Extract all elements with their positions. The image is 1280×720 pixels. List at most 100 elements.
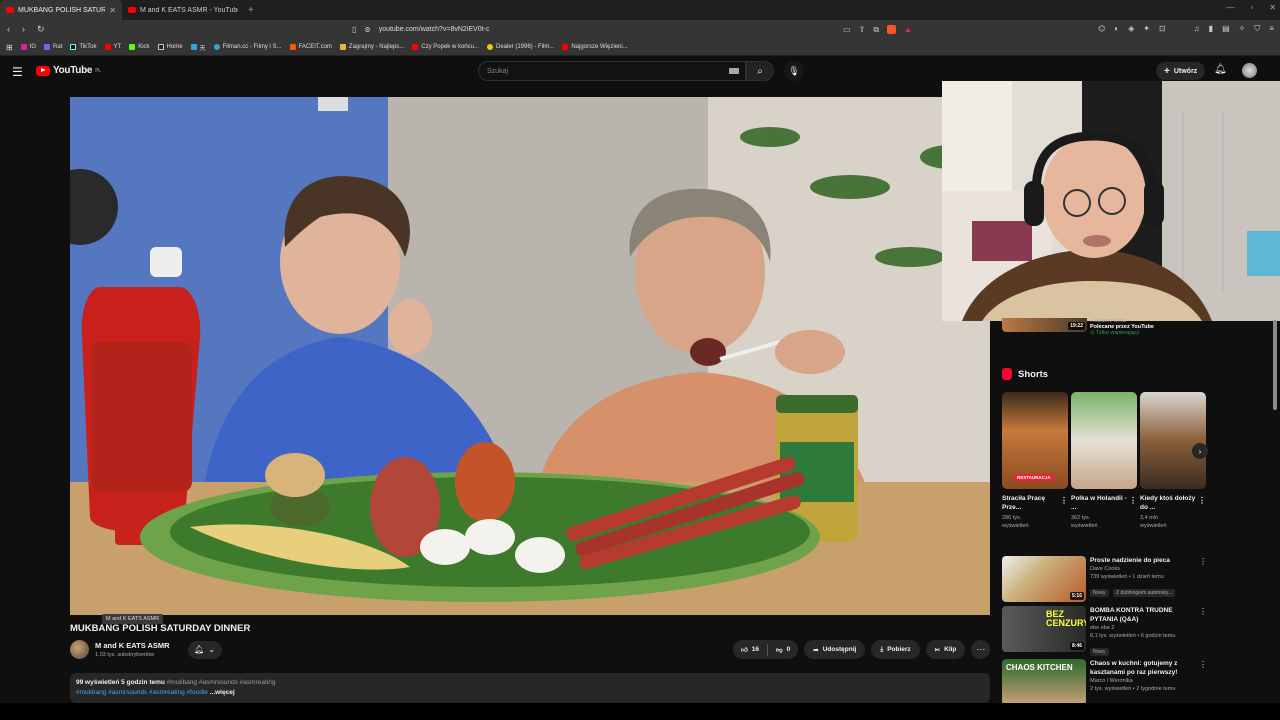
channel-row: M and K EATS ASMR 1,03 tys. subskrybentó… [70, 640, 222, 659]
sidebar-icon[interactable]: ▮ [1209, 24, 1213, 34]
minimize-icon[interactable]: — [1226, 3, 1234, 12]
dislike-button[interactable]: 👎︎ 0 [768, 646, 798, 654]
bookmark-rat[interactable]: Rat [44, 44, 62, 50]
bookmark-filman[interactable]: Filman.cc - Filmy i S... [213, 44, 282, 50]
video-player[interactable] [70, 97, 990, 615]
shield-icon[interactable]: ⛉ [1254, 24, 1260, 34]
faceit-icon [289, 44, 296, 50]
channel-name[interactable]: M and K EATS ASMR [95, 641, 170, 650]
short-thumbnail[interactable] [1071, 392, 1137, 489]
apps-grid-icon[interactable]: ⊞ [6, 43, 13, 52]
maximize-icon[interactable]: ▫ [1250, 3, 1253, 12]
like-button[interactable]: 👍︎ 16 [733, 646, 767, 654]
voice-search-button[interactable]: 🎙︎ [784, 61, 804, 81]
channel-avatar[interactable] [70, 640, 89, 659]
more-options-icon[interactable]: ⋮ [1199, 660, 1207, 669]
duration-badge: 19:22 [1068, 322, 1085, 330]
back-icon[interactable]: ‹ [7, 24, 10, 35]
bookmark-faceit[interactable]: FACEIT.com [289, 44, 332, 50]
new-badge: Nowy [1090, 589, 1109, 597]
next-shorts-button[interactable]: › [1192, 443, 1208, 459]
short-thumbnail[interactable]: RESTAURACJA [1002, 392, 1068, 489]
url-field[interactable]: ▯ ⚙ youtube.com/watch?v=8vN2iEV0t-c ▭ ⇪ … [352, 22, 912, 37]
show-more-link[interactable]: ...więcej [210, 689, 235, 696]
webcam-frame [942, 81, 1280, 321]
subscription-bell-button[interactable]: 🔔︎ ⌄ [187, 640, 222, 659]
tab-inactive[interactable]: M and K EATS ASMR - YouTube [122, 0, 244, 20]
bookmark-dealer[interactable]: Dealer (1996) - Film... [486, 44, 554, 50]
ai-icon[interactable]: ⊡ [1159, 24, 1166, 34]
puzzle-icon[interactable]: ✦ [1143, 24, 1150, 34]
channel-info: M and K EATS ASMR 1,03 tys. subskrybentó… [95, 641, 170, 658]
more-options-icon[interactable]: ⋮ [1060, 496, 1068, 505]
more-options-icon[interactable]: ⋮ [1199, 557, 1207, 566]
bookmark-tiktok[interactable]: TikTok [70, 44, 97, 50]
recommendation-item[interactable]: BEZ CENZURY 8:46 BOMBA KONTRA TRUDNE PYT… [1002, 606, 1207, 656]
account-avatar[interactable] [1242, 63, 1257, 78]
more-options-icon[interactable]: ⋮ [1199, 607, 1207, 616]
short-thumbnail[interactable] [1140, 392, 1206, 489]
scrollbar-thumb[interactable] [1273, 320, 1277, 410]
more-actions-icon[interactable]: ⋯ [971, 640, 991, 659]
clip-button[interactable]: ✂ Klip [925, 640, 966, 659]
cast-icon[interactable]: ▭ [843, 25, 851, 34]
music-icon[interactable]: ♫ [1194, 24, 1200, 34]
recommendation-item[interactable]: 5:16 Proste nadzienie do pieca Dave Cook… [1002, 556, 1207, 604]
youtube-logo[interactable]: YouTube PL [36, 65, 101, 76]
copy-icon[interactable]: ⧉ [873, 25, 879, 35]
video-thumbnail[interactable]: CHAOS KITCHEN [1002, 659, 1086, 705]
globe-icon [213, 44, 220, 50]
bookmark-popek[interactable]: Czy Popek w końcu... [412, 44, 479, 50]
bookmark-home[interactable]: Home [157, 44, 183, 50]
short-info[interactable]: Polka w Holandii - ... 362 tys. wyświetle… [1071, 494, 1137, 530]
search-button[interactable]: ⌕ [746, 61, 774, 81]
description-box[interactable]: 99 wyświetleń 5 godzin temu #mukbang #as… [70, 673, 990, 703]
notifications-bell-icon[interactable]: 🔔︎ [1214, 64, 1227, 75]
more-options-icon[interactable]: ⋮ [1129, 496, 1137, 505]
search-input[interactable]: Szukaj [478, 61, 746, 81]
bookmark-wiezienie[interactable]: Najgorsze Więzieni... [562, 44, 628, 50]
close-tab-icon[interactable]: ✕ [109, 6, 116, 15]
bookmark-icon[interactable]: ▯ [352, 25, 356, 34]
keyboard-icon[interactable] [729, 68, 739, 74]
brave-shield-icon[interactable] [887, 25, 897, 34]
members-only-badge: ⊙ Tylko wspierający [1090, 330, 1140, 336]
forward-icon[interactable]: › [22, 24, 25, 35]
video-thumbnail[interactable]: 19:22 [1002, 318, 1087, 332]
short-info[interactable]: Kiedy ktoś dołoży do ... 3,4 mln wyświetl… [1140, 494, 1206, 530]
close-window-icon[interactable]: ✕ [1269, 3, 1276, 12]
youtube-icon [104, 44, 111, 50]
bookmark-chinese[interactable]: 天 [190, 43, 206, 52]
description-meta: 99 wyświetleń 5 godzin temu #mukbang #as… [76, 679, 276, 686]
share-button[interactable]: ➦ Udostępnij [804, 640, 866, 659]
tab-active[interactable]: MUKBANG POLISH SATURDAY DINNER ✕ [0, 0, 122, 20]
bottom-bar [0, 703, 1280, 720]
reload-icon[interactable]: ↻ [37, 24, 45, 35]
bookmark-ig[interactable]: IG [20, 44, 36, 50]
rewards-icon[interactable]: ▲ [904, 25, 912, 34]
shorts-heading: Shorts [1002, 368, 1048, 380]
extension-icon[interactable]: ◈ [1128, 24, 1134, 34]
download-button[interactable]: ⤓ Pobierz [871, 640, 920, 659]
video-thumbnail[interactable]: BEZ CENZURY 8:46 [1002, 606, 1086, 652]
bookmark-zagrajmy[interactable]: Zagrajmy - Najleps... [339, 44, 404, 50]
bookmark-yt[interactable]: YT [104, 44, 121, 50]
page-scrollbar[interactable] [1273, 60, 1278, 700]
video-thumbnail[interactable]: 5:16 [1002, 556, 1086, 602]
extension-icon[interactable]: ⌬ [1098, 24, 1105, 34]
more-options-icon[interactable]: ⋮ [1198, 496, 1206, 505]
create-button[interactable]: + Utwórz [1156, 62, 1206, 80]
recommendation-item[interactable]: CHAOS KITCHEN Chaos w kuchni: gotujemy z… [1002, 659, 1207, 705]
menu-icon[interactable]: ≡ [1269, 24, 1274, 34]
wallet-icon[interactable]: ▤ [1222, 24, 1230, 34]
menu-icon[interactable]: ☰ [12, 65, 23, 79]
leo-icon[interactable]: ✧ [1239, 24, 1246, 34]
new-tab-icon[interactable]: + [248, 5, 254, 16]
description-tags: #mukbang #asmrsounds #asmreating #foodie… [76, 689, 235, 696]
site-info-icon[interactable]: ⚙ [364, 26, 370, 34]
url-text[interactable]: youtube.com/watch?v=8vN2iEV0t-c [379, 26, 490, 33]
bookmark-kick[interactable]: Kick [129, 44, 150, 50]
extension-icon[interactable]: ◐ [1114, 24, 1119, 34]
short-info[interactable]: Straciła Pracę Prze... 286 tys. wyświetle… [1002, 494, 1068, 530]
share-icon[interactable]: ⇪ [859, 25, 866, 34]
